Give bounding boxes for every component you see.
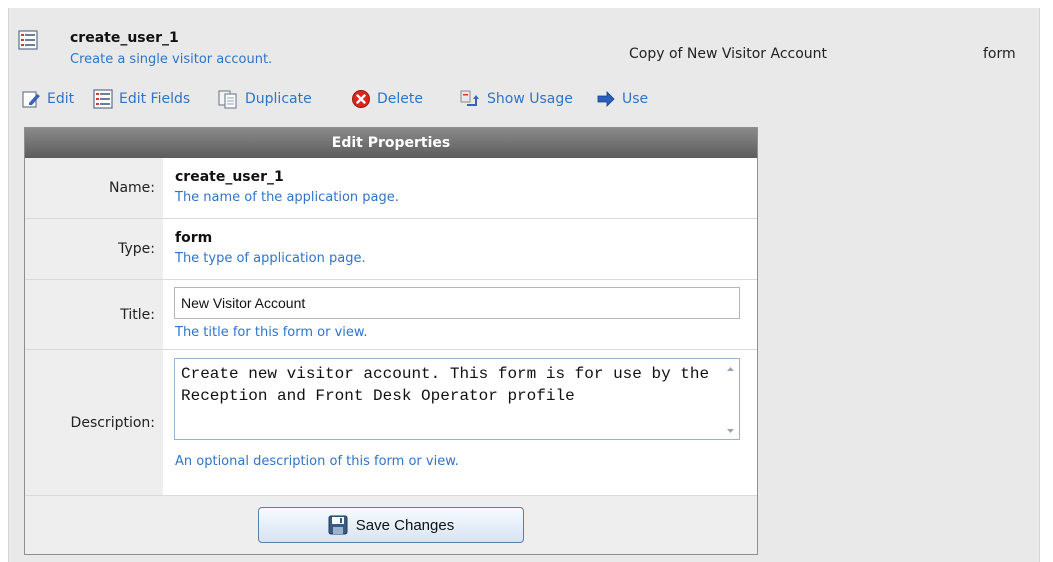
- type-hint: The type of application page.: [175, 251, 366, 266]
- description-scrollbar[interactable]: [722, 359, 739, 439]
- description-textarea[interactable]: [174, 358, 740, 440]
- type-row: Type: form The type of application page.: [25, 219, 757, 280]
- arrow-right-icon: [597, 91, 615, 107]
- app-frame: create_user_1 Create a single visitor ac…: [8, 8, 1040, 562]
- form-list-icon: [18, 30, 38, 50]
- name-label: Name:: [25, 158, 163, 218]
- fields-icon: [93, 89, 113, 109]
- page-title: create_user_1: [70, 30, 179, 46]
- page-header: create_user_1 Create a single visitor ac…: [9, 18, 1039, 88]
- edit-fields-button[interactable]: Edit Fields: [93, 85, 190, 113]
- show-usage-button[interactable]: Show Usage: [459, 85, 573, 113]
- save-changes-button[interactable]: Save Changes: [258, 507, 524, 543]
- description-row: Description: An optional description of …: [25, 350, 757, 496]
- page-description: Create a single visitor account.: [70, 52, 273, 67]
- name-hint: The name of the application page.: [175, 190, 399, 205]
- panel-title: Edit Properties: [25, 128, 757, 158]
- title-row: Title: The title for this form or view.: [25, 280, 757, 350]
- use-label: Use: [622, 91, 649, 107]
- duplicate-label: Duplicate: [245, 91, 312, 107]
- delete-icon: [352, 90, 370, 108]
- description-hint: An optional description of this form or …: [175, 454, 459, 469]
- edit-label: Edit: [47, 91, 75, 107]
- action-toolbar: Edit Edit Fields Duplicate Delete Show U…: [9, 85, 1039, 119]
- duplicate-button[interactable]: Duplicate: [217, 85, 312, 113]
- save-changes-label: Save Changes: [355, 516, 455, 534]
- usage-icon: [460, 90, 479, 106]
- page-type: form: [983, 46, 1016, 62]
- name-value: create_user_1: [175, 169, 284, 185]
- title-hint: The title for this form or view.: [175, 325, 368, 340]
- type-value: form: [175, 230, 213, 246]
- type-label: Type:: [25, 219, 163, 279]
- delete-label: Delete: [377, 91, 423, 107]
- description-label: Description:: [25, 350, 163, 495]
- show-usage-label: Show Usage: [487, 91, 573, 107]
- delete-button[interactable]: Delete: [351, 85, 423, 113]
- edit-fields-label: Edit Fields: [119, 91, 191, 107]
- panel-footer: Save Changes: [25, 496, 757, 554]
- edit-properties-panel: Edit Properties Name: create_user_1 The …: [24, 127, 758, 555]
- page-source: Copy of New Visitor Account: [629, 46, 828, 62]
- title-label: Title:: [25, 280, 163, 349]
- floppy-disk-icon: [328, 515, 348, 535]
- name-row: Name: create_user_1 The name of the appl…: [25, 158, 757, 219]
- duplicate-icon: [218, 90, 237, 109]
- edit-icon: [22, 91, 40, 108]
- use-button[interactable]: Use: [596, 85, 648, 113]
- edit-button[interactable]: Edit: [21, 85, 74, 113]
- title-input[interactable]: [174, 287, 740, 319]
